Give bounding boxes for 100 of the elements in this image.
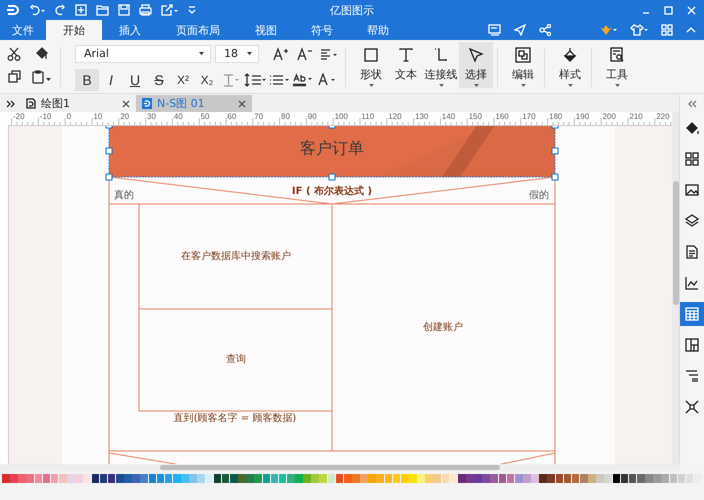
cut-icon[interactable] [7, 46, 21, 60]
clear-format-icon[interactable] [222, 72, 240, 86]
paste-icon[interactable] [32, 70, 52, 84]
color-swatch[interactable] [83, 474, 92, 483]
color-swatch[interactable] [254, 474, 262, 483]
undo-icon[interactable] [29, 4, 45, 16]
color-swatch[interactable] [572, 474, 580, 483]
color-swatch[interactable] [596, 474, 604, 483]
color-swatch[interactable] [197, 474, 206, 483]
menu-tab[interactable]: 开始 [46, 20, 102, 40]
scrollbar-thumb[interactable] [160, 465, 500, 470]
color-swatch[interactable] [450, 474, 458, 483]
sub-button[interactable]: X₂ [195, 68, 219, 90]
color-swatch[interactable] [189, 474, 197, 483]
color-swatch[interactable] [328, 474, 336, 483]
color-swatch[interactable] [539, 474, 547, 483]
expand-icon[interactable] [6, 100, 14, 108]
share-icon[interactable] [539, 24, 551, 36]
color-swatch[interactable] [612, 474, 620, 483]
color-swatch[interactable] [303, 474, 311, 483]
new-icon[interactable] [75, 4, 87, 16]
color-swatch[interactable] [92, 474, 100, 483]
font-dropdown[interactable]: Arial [75, 44, 211, 62]
color-swatch[interactable] [18, 474, 26, 483]
send-icon[interactable] [514, 24, 526, 36]
color-swatch[interactable] [384, 474, 392, 483]
comment-icon[interactable] [488, 24, 501, 36]
print-icon[interactable] [139, 4, 152, 16]
tool-button[interactable]: 选择 [459, 42, 493, 88]
color-swatch[interactable] [490, 474, 498, 483]
color-swatch[interactable] [392, 474, 400, 483]
color-swatch[interactable] [636, 474, 645, 483]
color-swatch[interactable] [124, 474, 132, 483]
collapse-icon[interactable] [686, 26, 696, 34]
tool-button[interactable]: 连接线 [424, 42, 458, 88]
folder-icon[interactable] [96, 4, 109, 16]
color-swatch[interactable] [286, 474, 295, 483]
color-swatch[interactable] [466, 474, 474, 483]
tool-button[interactable]: 文本 [389, 42, 423, 88]
bold-button[interactable]: B [75, 68, 99, 90]
tool-button[interactable]: 形状 [354, 42, 388, 88]
color-swatch[interactable] [678, 474, 686, 483]
color-swatch[interactable] [75, 474, 83, 483]
menu-tab[interactable]: 帮助 [350, 20, 406, 40]
color-swatch[interactable] [164, 474, 172, 483]
color-swatch[interactable] [336, 474, 344, 483]
color-swatch[interactable] [238, 474, 246, 483]
color-swatch[interactable] [50, 474, 58, 483]
font-color-icon[interactable] [317, 72, 337, 86]
color-swatch[interactable] [100, 474, 108, 483]
color-swatch[interactable] [645, 474, 653, 483]
decrease-font-icon[interactable] [297, 46, 313, 60]
color-swatch[interactable] [270, 474, 278, 483]
color-swatch[interactable] [425, 474, 433, 483]
color-swatch[interactable] [670, 474, 678, 483]
color-swatch[interactable] [140, 474, 148, 483]
color-swatch[interactable] [564, 474, 572, 483]
color-swatch[interactable] [360, 474, 368, 483]
apps-icon[interactable] [661, 24, 673, 36]
color-swatch[interactable] [556, 474, 564, 483]
tool-button[interactable]: 工具 [600, 42, 634, 88]
crown-icon[interactable] [599, 24, 617, 36]
color-swatch[interactable] [132, 474, 140, 483]
caret-icon[interactable] [247, 52, 252, 55]
color-swatch[interactable] [417, 474, 425, 483]
color-swatch[interactable] [376, 474, 384, 483]
color-swatch[interactable] [620, 474, 628, 483]
document-tab[interactable]: 绘图1 [20, 95, 136, 112]
color-swatch[interactable] [523, 474, 531, 483]
menu-tab[interactable]: 页面布局 [158, 20, 238, 40]
color-swatch[interactable] [67, 474, 75, 483]
close-icon[interactable] [122, 100, 130, 108]
sup-button[interactable]: X² [171, 68, 195, 90]
collapse-panel-icon[interactable] [688, 100, 696, 108]
caret-icon[interactable] [199, 52, 204, 55]
color-swatch[interactable] [547, 474, 556, 483]
menu-tab[interactable]: 视图 [238, 20, 294, 40]
color-swatch[interactable] [482, 474, 490, 483]
color-swatch[interactable] [661, 474, 670, 483]
color-swatch[interactable] [26, 474, 34, 483]
maximize-icon[interactable] [664, 6, 673, 14]
color-swatch[interactable] [246, 474, 254, 483]
color-swatch[interactable] [458, 474, 466, 483]
color-swatch[interactable] [344, 474, 352, 483]
color-swatch[interactable] [409, 474, 417, 483]
color-swatch[interactable] [474, 474, 482, 483]
color-swatch[interactable] [531, 474, 539, 483]
color-swatch[interactable] [108, 474, 116, 483]
color-swatch[interactable] [58, 474, 67, 483]
customize-icon[interactable] [188, 6, 196, 14]
scrollbar-thumb[interactable] [673, 181, 679, 305]
color-swatch[interactable] [686, 474, 694, 483]
highlight-icon[interactable] [292, 72, 314, 86]
color-swatch[interactable] [628, 474, 636, 483]
font-size-dropdown[interactable]: 18 [215, 44, 259, 62]
color-swatch[interactable] [2, 474, 10, 483]
color-swatch[interactable] [156, 474, 164, 483]
color-swatch[interactable] [653, 474, 661, 483]
menu-tab[interactable]: 插入 [102, 20, 158, 40]
color-swatch[interactable] [514, 474, 522, 483]
